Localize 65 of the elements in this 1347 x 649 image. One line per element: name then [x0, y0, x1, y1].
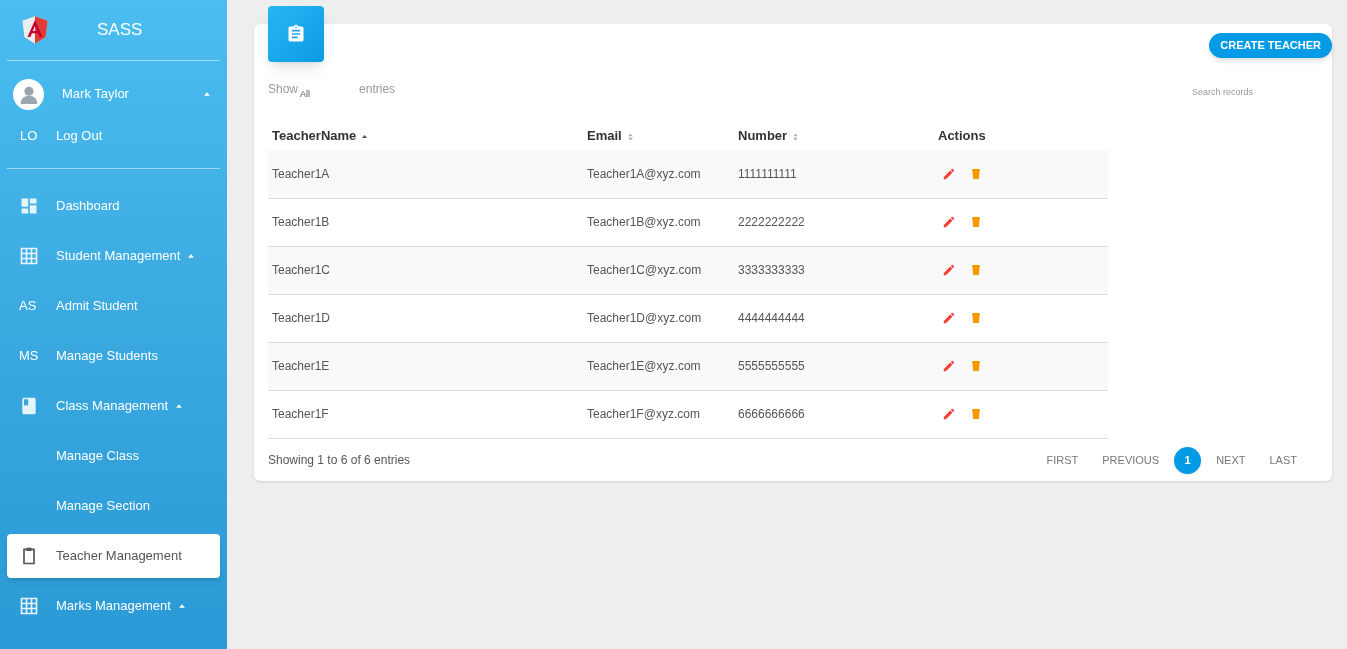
delete-icon	[970, 360, 982, 372]
sidebar-item[interactable]: Marks Management	[7, 583, 220, 629]
pagination-button[interactable]: PREVIOUS	[1093, 446, 1169, 474]
menu-abbreviation: AS	[19, 297, 37, 316]
page-size-select[interactable]: All	[300, 88, 360, 102]
book-icon	[19, 396, 39, 416]
edit-pencil-icon	[942, 215, 956, 229]
table-cell: Teacher1E	[268, 342, 583, 390]
user-name[interactable]: Mark Taylor	[62, 84, 202, 104]
sidebar-item[interactable]: Teacher Management	[7, 534, 220, 578]
table-cell: Teacher1E@xyz.com	[583, 342, 734, 390]
pagination-button[interactable]: FIRST	[1037, 446, 1088, 474]
app-title: SASS	[97, 19, 143, 42]
show-label: Show	[268, 81, 299, 98]
table-cell: Teacher1C	[268, 246, 583, 294]
sidebar-item[interactable]: Manage Section	[7, 483, 220, 529]
table-cell: Teacher1B	[268, 198, 583, 246]
edit-pencil-icon	[942, 166, 956, 181]
delete-icon	[970, 312, 982, 324]
table-cell: Teacher1D@xyz.com	[583, 294, 734, 342]
sidebar-item[interactable]: Dashboard	[7, 183, 220, 229]
dashboard-icon	[19, 196, 39, 216]
sidebar-item[interactable]: Student Management	[7, 233, 220, 279]
search-field[interactable]: Search records	[1192, 86, 1272, 100]
menu-abbreviation: MS	[19, 347, 39, 366]
table-cell: Teacher1A	[268, 150, 583, 198]
clipboard-icon	[286, 24, 306, 44]
pagination-button[interactable]: 1	[1174, 446, 1202, 474]
table-cell: Teacher1B@xyz.com	[583, 198, 734, 246]
edit-pencil-icon	[942, 263, 956, 277]
table-cell: Teacher1A@xyz.com	[583, 150, 734, 198]
table-cell: 3333333333	[734, 246, 934, 294]
column-header[interactable]: TeacherName	[268, 122, 583, 150]
table-cell: Teacher1C@xyz.com	[583, 246, 734, 294]
logout-link[interactable]: Log Out	[56, 126, 103, 146]
menu-abbreviation: LO	[20, 127, 39, 146]
create-teacher-button[interactable]: CREATE TEACHER	[1209, 33, 1332, 58]
delete-icon	[970, 408, 982, 420]
delete-icon	[970, 167, 982, 180]
table-cell: Teacher1F@xyz.com	[583, 390, 734, 438]
table-cell: 4444444444	[734, 294, 934, 342]
sidebar-item[interactable]: AS Admit Student	[7, 283, 220, 329]
sidebar-item[interactable]: Class Management	[7, 383, 220, 429]
column-header[interactable]: Actions	[934, 122, 1108, 150]
column-header[interactable]: Number	[734, 122, 934, 150]
edit-pencil-icon	[942, 311, 956, 325]
table-cell: Teacher1D	[268, 294, 583, 342]
edit-pencil-icon	[942, 359, 956, 373]
table-cell: 6666666666	[734, 390, 934, 438]
sidebar-item[interactable]: MS Manage Students	[7, 333, 220, 379]
delete-icon	[970, 216, 982, 228]
column-header[interactable]: Email	[583, 122, 734, 150]
table-cell: Teacher1F	[268, 390, 583, 438]
entries-summary: Showing 1 to 6 of 6 entries	[268, 452, 411, 469]
grid-icon	[19, 246, 39, 266]
edit-pencil-icon	[942, 407, 956, 421]
delete-icon	[970, 264, 982, 276]
grid-icon	[19, 596, 39, 616]
sidebar-item[interactable]: Manage Class	[7, 433, 220, 479]
pagination-button[interactable]: LAST	[1260, 446, 1306, 474]
entries-label: entries	[359, 81, 396, 98]
pagination-button[interactable]: NEXT	[1207, 446, 1255, 474]
table-cell: 2222222222	[734, 198, 934, 246]
table-cell: 5555555555	[734, 342, 934, 390]
table-cell: 1111111111	[734, 150, 934, 198]
